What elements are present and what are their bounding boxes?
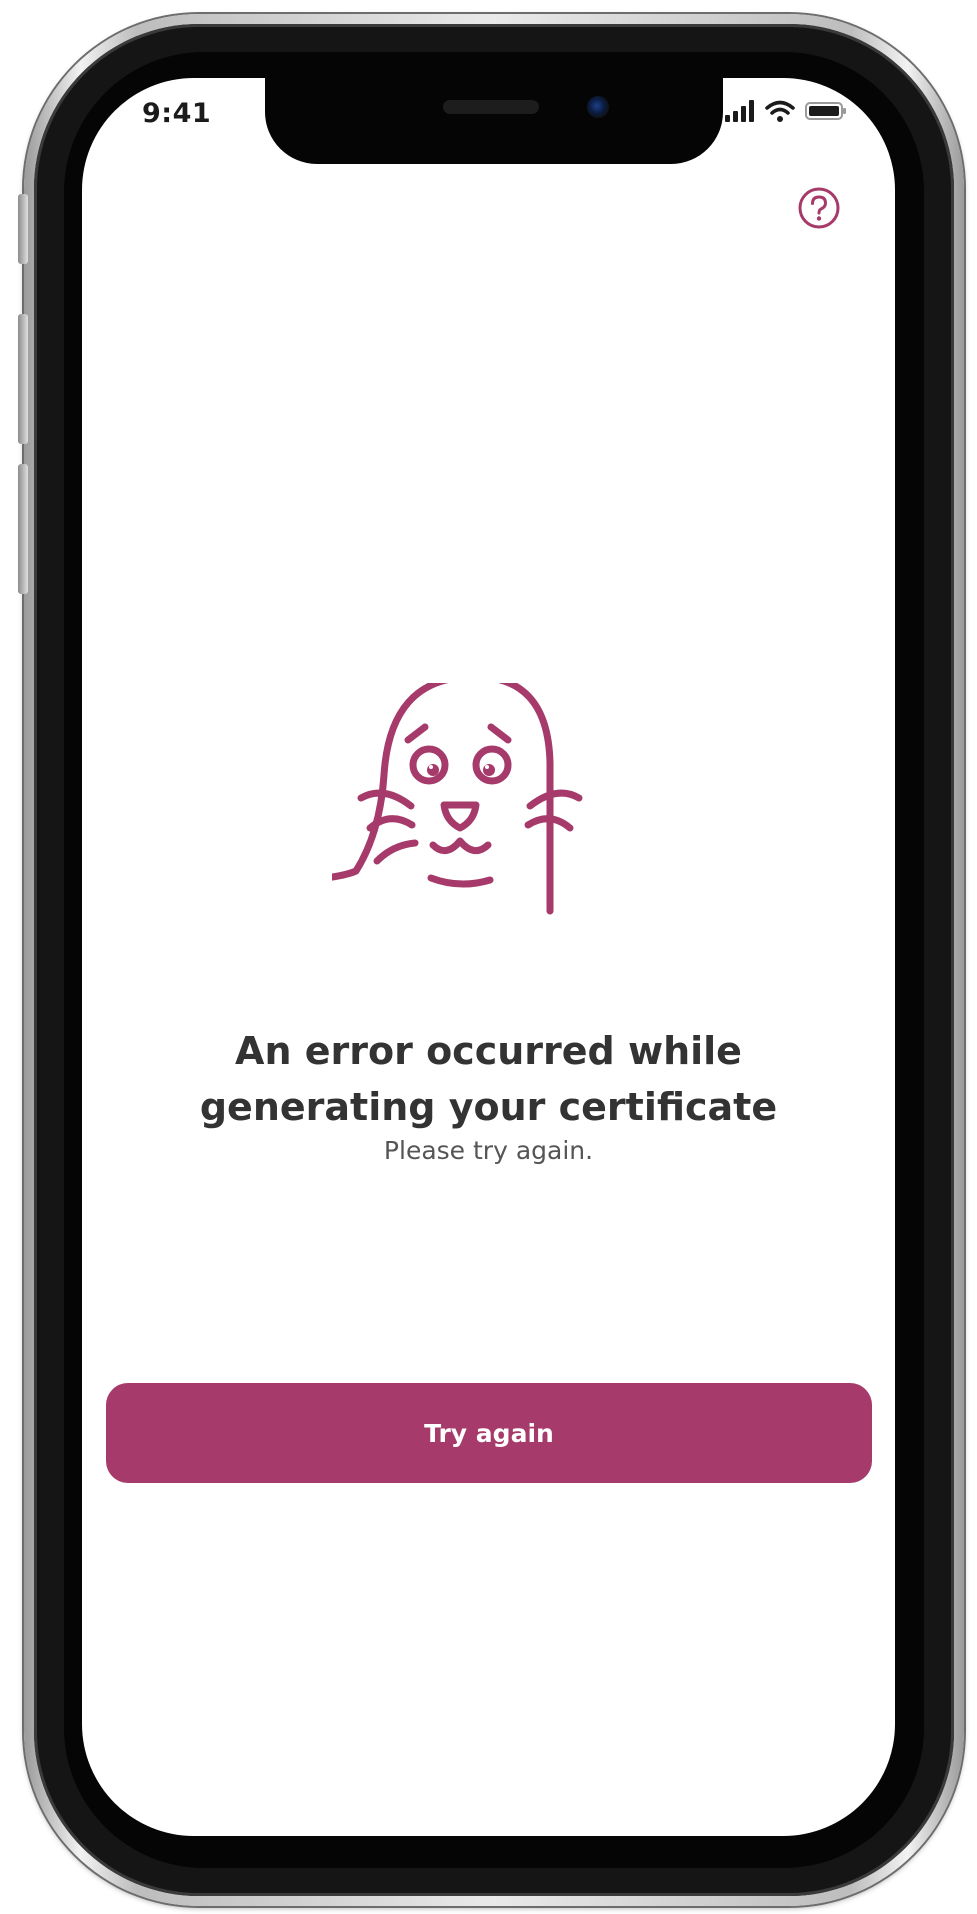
wifi-icon — [765, 100, 795, 126]
status-icons — [725, 100, 847, 126]
error-title: An error occurred while generating your … — [199, 1029, 778, 1129]
phone-silent-switch — [18, 194, 28, 264]
notch — [265, 78, 723, 164]
earpiece-speaker — [443, 100, 539, 114]
sad-seal-illustration — [280, 673, 652, 983]
battery-icon — [805, 100, 847, 126]
phone-volume-up-button — [18, 314, 28, 444]
app-screen: 9:41 An error occurred while generating … — [82, 78, 895, 1836]
front-camera — [587, 96, 609, 118]
try-again-button[interactable]: Try again — [106, 1383, 872, 1483]
error-subtitle: Please try again. — [383, 1136, 594, 1165]
question-circle-icon — [798, 187, 840, 229]
status-time: 9:41 — [142, 98, 212, 129]
phone-volume-down-button — [18, 464, 28, 594]
cellular-signal-icon — [725, 100, 755, 126]
sad-seal-icon — [280, 673, 583, 915]
help-button[interactable] — [797, 186, 841, 230]
